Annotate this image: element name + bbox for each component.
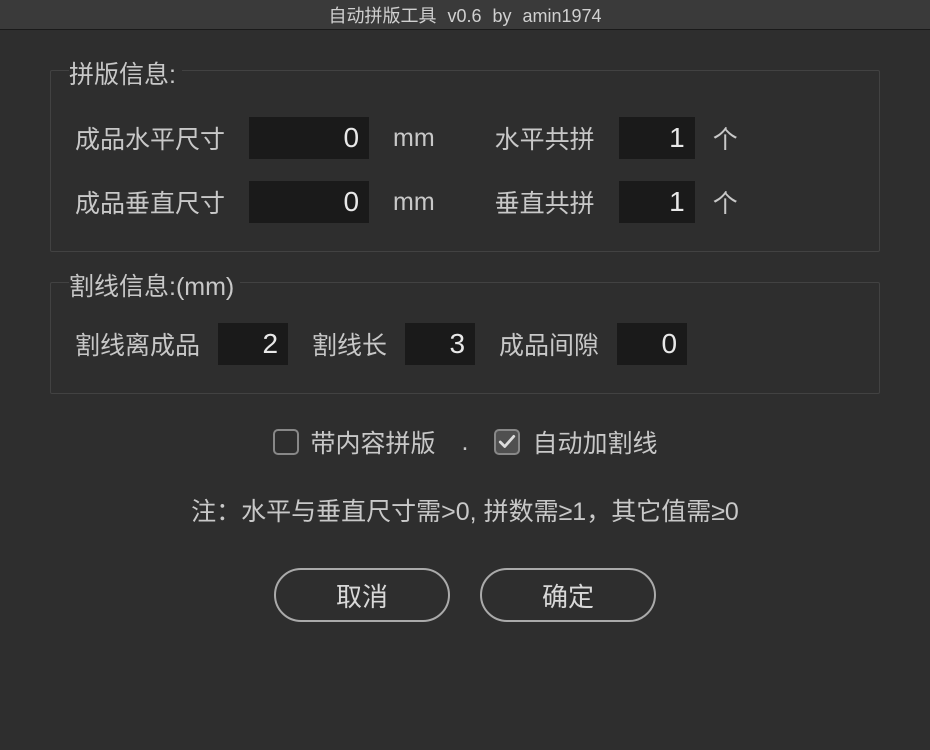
checkbox-auto-cutline[interactable] xyxy=(494,429,520,455)
note-text: 注：水平与垂直尺寸需>0, 拼数需≥1，其它值需≥0 xyxy=(50,492,880,528)
row-horizontal: 成品水平尺寸 mm 水平共拼 个 xyxy=(75,117,855,159)
dialog-content: 拼版信息: 成品水平尺寸 mm 水平共拼 个 成品垂直尺寸 mm 垂直共拼 xyxy=(0,30,930,652)
label-h-count: 水平共拼 xyxy=(495,120,595,156)
button-row: 取消 确定 xyxy=(50,568,880,622)
unit-mm-2: mm xyxy=(393,188,435,217)
input-v-count[interactable] xyxy=(619,181,695,223)
label-product-h-size: 成品水平尺寸 xyxy=(75,120,225,156)
checkbox-label-content: 带内容拼版 xyxy=(311,424,436,460)
input-product-h-size[interactable] xyxy=(249,117,369,159)
cutline-info-section: 割线信息:(mm) 割线离成品 割线长 成品间隙 xyxy=(50,282,880,394)
row-vertical: 成品垂直尺寸 mm 垂直共拼 个 xyxy=(75,181,855,223)
titlebar: 自动拼版工具 v0.6 by amin1974 xyxy=(0,0,930,30)
checkbox-group-autocut: 自动加割线 xyxy=(494,424,657,460)
checkbox-label-autocut: 自动加割线 xyxy=(532,424,657,460)
label-v-count: 垂直共拼 xyxy=(495,184,595,220)
label-product-gap: 成品间隙 xyxy=(499,326,599,362)
cancel-button[interactable]: 取消 xyxy=(274,568,450,622)
ok-button[interactable]: 确定 xyxy=(480,568,656,622)
imposition-info-section: 拼版信息: 成品水平尺寸 mm 水平共拼 个 成品垂直尺寸 mm 垂直共拼 xyxy=(50,70,880,252)
checkbox-with-content[interactable] xyxy=(273,429,299,455)
input-product-gap[interactable] xyxy=(617,323,687,365)
check-icon xyxy=(498,433,516,451)
cutline-info-title: 割线信息:(mm) xyxy=(69,267,240,303)
separator-dot: . xyxy=(462,428,469,457)
unit-ge-2: 个 xyxy=(713,184,738,220)
imposition-info-title: 拼版信息: xyxy=(69,55,182,91)
input-product-v-size[interactable] xyxy=(249,181,369,223)
input-cutline-distance[interactable] xyxy=(218,323,288,365)
input-h-count[interactable] xyxy=(619,117,695,159)
checkbox-row: 带内容拼版 . 自动加割线 xyxy=(50,424,880,460)
checkbox-group-content: 带内容拼版 xyxy=(273,424,436,460)
unit-ge-1: 个 xyxy=(713,120,738,156)
label-cutline-distance: 割线离成品 xyxy=(75,326,200,362)
label-cutline-length: 割线长 xyxy=(312,326,387,362)
row-cutline: 割线离成品 割线长 成品间隙 xyxy=(75,323,855,365)
window-title: 自动拼版工具 v0.6 by amin1974 xyxy=(328,2,601,28)
unit-mm-1: mm xyxy=(393,124,435,153)
label-product-v-size: 成品垂直尺寸 xyxy=(75,184,225,220)
input-cutline-length[interactable] xyxy=(405,323,475,365)
